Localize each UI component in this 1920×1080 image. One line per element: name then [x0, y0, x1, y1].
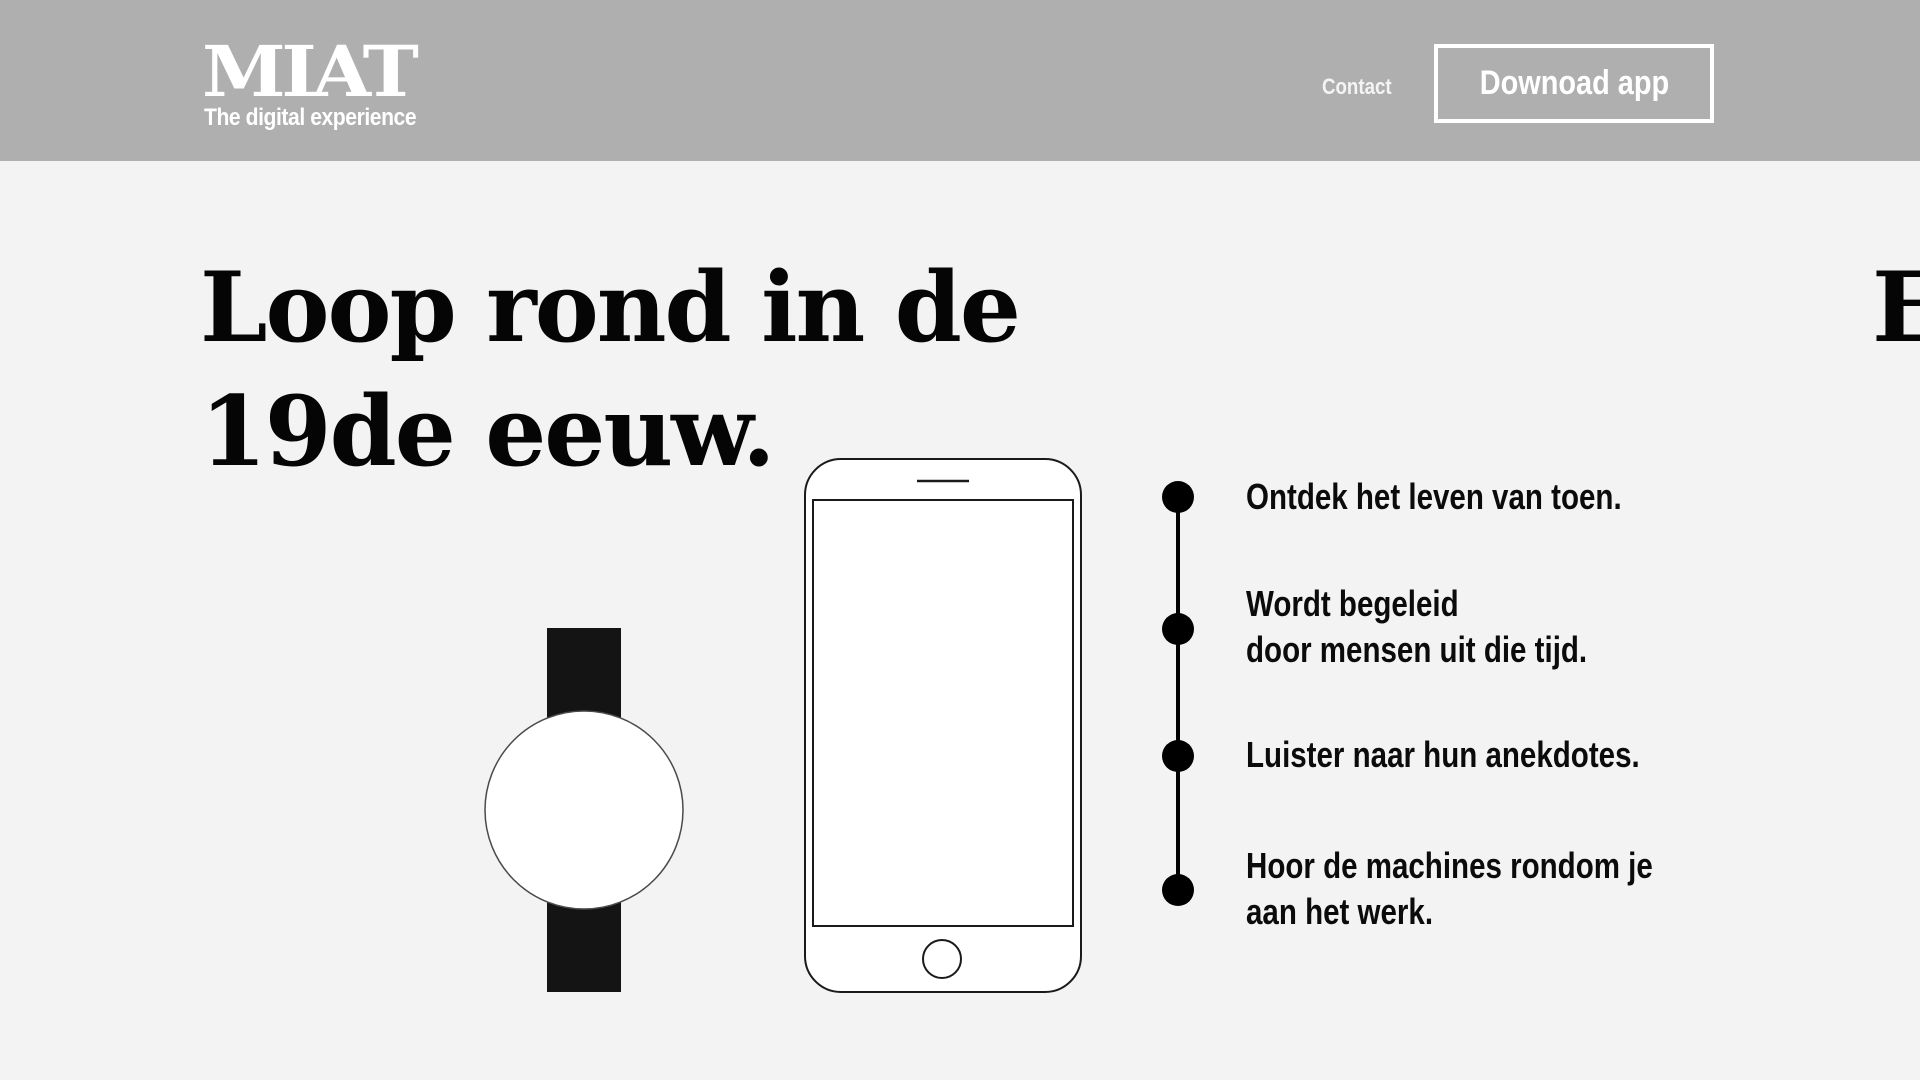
feature-line: aan het werk. [1246, 891, 1434, 932]
feature-text: Luister naar hun anekdotes. [1246, 732, 1640, 778]
feature-line: Wordt begeleid [1246, 583, 1459, 624]
smartwatch-icon [484, 628, 684, 992]
feature-line: Hoor de machines rondom je [1246, 845, 1653, 886]
timeline-dot [1162, 481, 1194, 513]
timeline-dot [1162, 874, 1194, 906]
timeline-dot [1162, 740, 1194, 772]
feature-text: Hoor de machines rondom je aan het werk. [1246, 843, 1653, 935]
feature-timeline: Ontdek het leven van toen. Wordt begelei… [1148, 470, 1768, 932]
smartphone-icon [804, 458, 1082, 993]
feature-text: Ontdek het leven van toen. [1246, 474, 1622, 520]
feature-line: Luister naar hun anekdotes. [1246, 734, 1640, 775]
feature-text: Wordt begeleid door mensen uit die tijd. [1246, 581, 1587, 673]
feature-line: door mensen uit die tijd. [1246, 629, 1588, 670]
feature-line: Ontdek het leven van toen. [1246, 476, 1622, 517]
timeline-dot [1162, 613, 1194, 645]
timeline-line [1176, 495, 1180, 890]
